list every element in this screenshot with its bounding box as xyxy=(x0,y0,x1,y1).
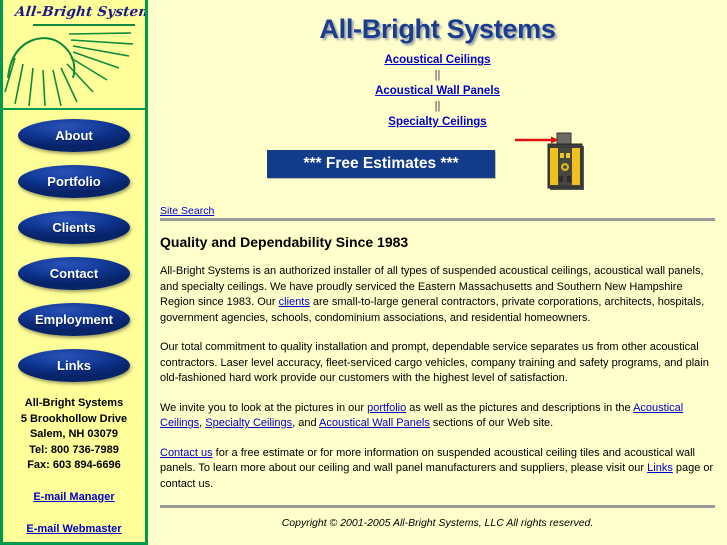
address-tel: Tel: 800 736-7989 xyxy=(29,443,119,456)
link-clients[interactable]: clients xyxy=(279,296,310,308)
sidebar: All-Bright Systems About Portfolio Clien… xyxy=(0,0,148,545)
paragraph-3: We invite you to look at the pictures in… xyxy=(160,401,715,432)
address-city-state-zip: Salem, NH 03079 xyxy=(29,428,119,440)
paragraph-1: All-Bright Systems is an authorized inst… xyxy=(160,264,715,326)
address-fax: Fax: 603 894-6696 xyxy=(27,459,121,471)
paragraph-2: Our total commitment to quality installa… xyxy=(160,341,709,384)
site-search-link[interactable]: Site Search xyxy=(160,205,214,217)
section-link-acoustical-ceilings[interactable]: Acoustical Ceilings xyxy=(384,54,490,66)
divider-top xyxy=(160,218,715,221)
sidebar-item-links[interactable]: Links xyxy=(18,349,130,382)
section-nav: Acoustical Ceilings || Acoustical Wall P… xyxy=(148,52,727,129)
address-company: All-Bright Systems xyxy=(24,397,124,409)
link-links-page[interactable]: Links xyxy=(647,462,673,474)
banner-row: *** Free Estimates *** xyxy=(148,129,727,191)
paragraph-3-text-e: sections of our Web site. xyxy=(429,417,554,429)
link-specialty-ceilings[interactable]: Specialty Ceilings xyxy=(205,417,292,429)
paragraph-4: Contact us for a free estimate or for mo… xyxy=(160,446,715,493)
copyright-text: Copyright © 2001-2005 All-Bright Systems… xyxy=(281,517,594,529)
main-content: All-Bright Systems Acoustical Ceilings |… xyxy=(148,0,727,545)
sidebar-item-contact[interactable]: Contact xyxy=(18,257,130,290)
sidebar-item-portfolio[interactable]: Portfolio xyxy=(18,165,130,198)
section-link-specialty-ceilings[interactable]: Specialty Ceilings xyxy=(388,116,486,128)
sidebar-item-clients[interactable]: Clients xyxy=(18,211,130,244)
section-link-acoustical-wall-panels[interactable]: Acoustical Wall Panels xyxy=(375,85,500,97)
paragraph-3-text-d: , and xyxy=(292,417,320,429)
laser-level-icon xyxy=(515,132,584,190)
link-portfolio[interactable]: portfolio xyxy=(367,402,406,414)
content-body: Quality and Dependability Since 1983 All… xyxy=(160,218,715,492)
free-estimates-banner[interactable]: *** Free Estimates *** xyxy=(267,150,495,178)
sidebar-nav: About Portfolio Clients Contact Employme… xyxy=(3,119,145,382)
email-manager-link[interactable]: E-mail Manager xyxy=(3,491,145,503)
sidebar-address-block: All-Bright Systems 5 Brookhollow Drive S… xyxy=(3,396,145,474)
logo-wordmark: All-Bright Systems xyxy=(14,4,145,20)
sidebar-item-employment[interactable]: Employment xyxy=(18,303,130,336)
address-street: 5 Brookhollow Drive xyxy=(20,412,128,425)
divider-footer xyxy=(160,505,715,508)
link-contact-us[interactable]: Contact us xyxy=(160,447,213,459)
email-webmaster-link[interactable]: E-mail Webmaster xyxy=(3,523,145,535)
page-title: All-Bright Systems xyxy=(319,14,556,44)
paragraph-3-text-a: We invite you to look at the pictures in… xyxy=(160,401,368,414)
paragraph-4-text-a: for a free estimate or for more informat… xyxy=(160,446,696,475)
nav-separator-1: || xyxy=(434,69,441,81)
nav-separator-2: || xyxy=(434,100,441,112)
link-acoustical-wall-panels[interactable]: Acoustical Wall Panels xyxy=(319,417,430,429)
footer: Copyright © 2001-2005 All-Bright Systems… xyxy=(160,505,715,529)
page-root: All-Bright Systems About Portfolio Clien… xyxy=(0,0,727,545)
sidebar-item-about[interactable]: About xyxy=(18,119,130,152)
paragraph-3-text-b: as well as the pictures and descriptions… xyxy=(406,401,634,414)
section-heading: Quality and Dependability Since 1983 xyxy=(160,234,409,250)
logo-block: All-Bright Systems xyxy=(3,0,145,110)
